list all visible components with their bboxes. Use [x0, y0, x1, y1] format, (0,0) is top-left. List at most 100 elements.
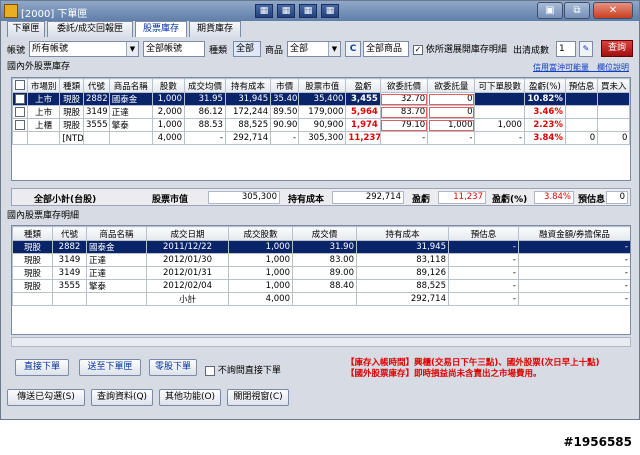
inventory-cell[interactable]: 32.70	[379, 92, 429, 106]
send-to-box-button[interactable]: 送至下單匣	[79, 359, 141, 376]
no-confirm-label: 不詢問直接下單	[217, 366, 281, 376]
inventory-header-cell[interactable]: 種類	[59, 78, 84, 93]
row-checkbox[interactable]	[15, 119, 25, 130]
inventory-header-cell[interactable]: 股票市值	[298, 78, 347, 93]
inventory-cell[interactable]: 0	[427, 92, 476, 106]
tab-futures-inventory[interactable]: 期貨庫存	[189, 21, 241, 37]
detail-row[interactable]: 現股 3149 正達 2012/01/30 1,000 83.00 83,118- -	[12, 253, 630, 267]
pnl-pct-value: 3.84%	[534, 191, 574, 204]
detail-header-cell[interactable]: 代號	[52, 226, 87, 241]
inventory-cell[interactable]: 1,000	[427, 118, 476, 132]
inventory-header-cell[interactable]: 市價	[270, 78, 300, 93]
query-data-button[interactable]: 查詢資料(Q)	[91, 389, 153, 406]
inventory-cell: 172,244	[224, 105, 272, 119]
detail-row[interactable]: 現股 3149 正達 2012/01/31 1,000 89.00 89,126- -	[12, 266, 630, 280]
inventory-header-cell[interactable]: 成交均價	[184, 78, 226, 93]
c-button[interactable]: C	[345, 41, 361, 57]
inventory-cell[interactable]: 83.70	[379, 105, 429, 119]
detail-cell	[52, 292, 87, 306]
detail-cell: 現股	[12, 240, 53, 254]
odd-lot-button[interactable]: 零股下單	[149, 359, 197, 376]
direct-order-button[interactable]: 直接下單	[15, 359, 69, 376]
horizontal-scrollbar[interactable]	[11, 337, 631, 347]
other-functions-button[interactable]: 其他功能(O)	[159, 389, 221, 406]
tab-stock-inventory[interactable]: 股票庫存	[135, 21, 187, 37]
no-confirm-checkbox[interactable]: 不詢問直接下單	[205, 363, 281, 376]
inventory-header-cell[interactable]: 盈虧	[345, 78, 381, 93]
inventory-header-cell[interactable]: 持有成本	[224, 78, 272, 93]
inventory-header-cell[interactable]: 賣未	[629, 78, 630, 93]
inventory-cell	[597, 105, 630, 119]
detail-header-cell[interactable]: 融資金額/券擔保品	[518, 226, 630, 241]
detail-header-cell[interactable]: 成交價	[292, 226, 357, 241]
all-products-field[interactable]: 全部商品	[363, 41, 409, 57]
detail-cell: 2012/02/04	[146, 279, 229, 293]
inventory-cell: 3.46%	[523, 105, 566, 119]
empty-cell	[225, 145, 270, 158]
inventory-cell[interactable]: 0	[427, 105, 476, 119]
detail-cell: 3149	[52, 253, 87, 267]
inventory-cell[interactable]: 79.10	[379, 118, 429, 132]
row-checkbox[interactable]	[15, 106, 25, 117]
detail-header-cell[interactable]: 持有成本	[356, 226, 449, 241]
query-button[interactable]: 查詢	[601, 40, 633, 57]
inventory-cell[interactable]: -	[427, 131, 476, 145]
select-all-checkbox[interactable]	[15, 80, 26, 91]
detail-header-cell[interactable]: 成交日期	[146, 226, 229, 241]
product-select[interactable]: 全部 ▼	[287, 41, 341, 57]
inventory-header-cell[interactable]	[12, 78, 29, 93]
expand-detail-checkbox[interactable]: ✓ 依所選展開庫存明細	[413, 42, 507, 55]
help-links[interactable]: 信用當沖可能量 欄位說明	[533, 62, 629, 73]
inventory-header-cell[interactable]: 買未入	[597, 78, 630, 93]
empty-cell	[229, 306, 293, 319]
inventory-row[interactable]: 上市 現股 3149 正達 2,000 86.12 172,244 89.50 179,000 5…	[12, 105, 630, 119]
empty-cell	[475, 145, 524, 158]
detail-row[interactable]: 現股 2882 國泰金 2011/12/22 1,000 31.90 31,945- -	[12, 240, 630, 254]
close-window-button[interactable]: ✕	[593, 2, 633, 19]
tab-order-box[interactable]: 下單匣	[7, 21, 45, 37]
detail-row[interactable]: 現股 3555 擎泰 2012/02/04 1,000 88.40 88,525- -	[12, 279, 630, 293]
inventory-row[interactable]: [NTD台幣]小計4,000-292,714-305,30011,237---3…	[12, 131, 630, 145]
toolbar-layout-icon[interactable]: ▦	[299, 4, 317, 18]
inventory-header-cell[interactable]: 盈虧(%)	[523, 78, 566, 93]
account-select[interactable]: 所有帳號 ▼	[29, 41, 139, 57]
inventory-header-cell[interactable]: 市場別	[27, 78, 61, 93]
row-checkbox[interactable]	[15, 93, 25, 104]
inventory-cell	[12, 131, 29, 145]
chevron-down-icon: ▼	[126, 42, 138, 56]
inventory-header-cell[interactable]: 欲委託價	[379, 78, 429, 93]
inventory-cell[interactable]: -	[379, 131, 429, 145]
inventory-cell: 3.84%	[523, 131, 566, 145]
detail-row[interactable]: 小計 4,000 292,714- -	[12, 292, 630, 306]
watermark: #1956585	[563, 435, 632, 449]
detail-cell: 2012/01/30	[146, 253, 229, 267]
toolbar-grid-icon[interactable]: ▦	[255, 4, 273, 18]
detail-header-cell[interactable]: 商品名稱	[86, 226, 147, 241]
inventory-row[interactable]: 上市 現股 2882 國泰金 1,000 31.95 31,945 35.40 35,400 3,…	[12, 92, 630, 106]
inventory-row[interactable]: 上櫃 現股 3555 擎泰 1,000 88.53 88,525 90.90 90,900 1,9…	[12, 118, 630, 132]
tab-order-report[interactable]: 委託/成交回報匣	[47, 21, 133, 37]
inventory-header-cell[interactable]: 商品名稱	[108, 78, 153, 93]
toolbar-window-icon[interactable]: ▦	[277, 4, 295, 18]
inventory-header-cell[interactable]: 預估息	[564, 78, 599, 93]
account-subselect[interactable]: 全部帳號	[143, 41, 205, 57]
inventory-cell	[12, 92, 29, 106]
detail-header-cell[interactable]: 種類	[12, 226, 53, 241]
detail-header-cell[interactable]: 預估息	[448, 226, 519, 241]
close-window-bottom-button[interactable]: 關閉視窗(C)	[227, 389, 289, 406]
sold-ratio-edit-icon[interactable]: ✎	[579, 41, 593, 57]
type-select[interactable]: 全部	[233, 41, 261, 57]
inventory-header-cell[interactable]: 股數	[151, 78, 186, 93]
note-line-2: 【國外股票庫存】即時損益尚未含賣出之市場費用。	[346, 369, 542, 379]
detail-header-cell[interactable]: 成交股數	[228, 226, 293, 241]
minimize-button[interactable]: ▣	[537, 2, 563, 19]
inventory-cell: 86.12	[184, 105, 226, 119]
send-checked-button[interactable]: 傳送已勾選(S)	[7, 389, 85, 406]
restore-button[interactable]: ⧉	[564, 2, 590, 19]
inventory-cell: 擎泰	[108, 118, 153, 132]
toolbar-panel-icon[interactable]: ▦	[321, 4, 339, 18]
inventory-header-cell[interactable]: 可下單股數	[474, 78, 525, 93]
inventory-header-cell[interactable]: 欲委託量	[427, 78, 476, 93]
sold-ratio-field[interactable]: 1	[556, 41, 576, 57]
inventory-header-cell[interactable]: 代號	[82, 78, 110, 93]
